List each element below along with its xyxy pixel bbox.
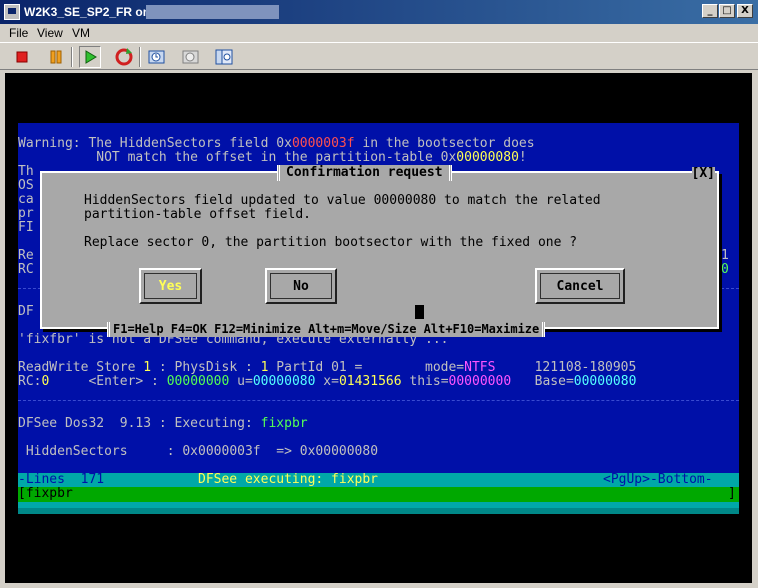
- console-status-bar: -Lines 171 DFSee executing: fixpbr <PgUp…: [18, 473, 739, 487]
- no-button-label: No: [270, 273, 332, 299]
- dialog-message-line-2: partition-table offset field.: [84, 207, 311, 222]
- menu-file[interactable]: File: [9, 26, 28, 40]
- menu-view[interactable]: View: [37, 26, 63, 40]
- vm-console-screen[interactable]: Warning: The HiddenSectors field 0x00000…: [5, 73, 752, 583]
- stop-icon: [16, 51, 28, 63]
- no-button[interactable]: No: [265, 268, 337, 304]
- warning-line-2: NOT match the offset in the partition-ta…: [18, 150, 527, 165]
- reset-icon: [115, 48, 133, 66]
- dialog-question: Replace sector 0, the partition bootsect…: [84, 235, 578, 250]
- maximize-icon: □: [722, 5, 732, 16]
- dialog-title: Confirmation request: [277, 165, 452, 181]
- minimize-icon: _: [707, 5, 713, 16]
- console-bottom-band: [18, 508, 739, 514]
- console-fragment: 0: [721, 262, 729, 277]
- hidden-sectors-line: HiddenSectors : 0x0000003f => 0x00000080: [18, 444, 379, 459]
- executing-line: DFSee Dos32 9.13 : Executing: fixpbr: [18, 416, 308, 431]
- text-cursor: [415, 305, 424, 319]
- dialog-close-button[interactable]: [X]: [691, 167, 715, 181]
- console-fragment: Th: [18, 164, 34, 179]
- cancel-button-label: Cancel: [540, 273, 620, 299]
- close-button[interactable]: X: [737, 4, 753, 18]
- window-title: W2K3_SE_SP2_FR on: [24, 5, 151, 19]
- toolbar-separator: [71, 47, 73, 67]
- console-fragment: pr: [18, 206, 34, 221]
- console-fragment: 1: [721, 248, 729, 263]
- console-fragment: FI: [18, 220, 34, 235]
- pgup-bottom: <PgUp>-Bottom-: [603, 472, 713, 487]
- reset-button[interactable]: [113, 46, 135, 68]
- revert-snapshot-icon: [182, 50, 199, 64]
- dialog-help-bar: F1=Help F4=OK F12=Minimize Alt+m=Move/Si…: [107, 322, 546, 337]
- manage-snapshots-icon: [215, 49, 233, 65]
- status-line-2: RC:0 <Enter> : 00000000 u=00000080 x=014…: [18, 374, 637, 389]
- pause-button[interactable]: [45, 46, 67, 68]
- executing-status: DFSee executing: fixpbr: [198, 472, 379, 487]
- console-fragment: OS: [18, 178, 34, 193]
- console-fragment: ca: [18, 192, 34, 207]
- console-fragment: RC: [18, 262, 34, 277]
- maximize-button[interactable]: □: [719, 4, 735, 18]
- minimize-button[interactable]: _: [702, 4, 718, 18]
- command-end-bracket: ]: [728, 486, 736, 501]
- title-redacted-area: [146, 5, 279, 19]
- toolbar-separator: [139, 47, 141, 67]
- vm-app-icon: [4, 4, 20, 20]
- cancel-button[interactable]: Cancel: [535, 268, 625, 304]
- play-button[interactable]: [79, 46, 101, 68]
- window-titlebar[interactable]: W2K3_SE_SP2_FR on _ □ X: [0, 0, 758, 24]
- warning-line-1: Warning: The HiddenSectors field 0x00000…: [18, 136, 535, 151]
- pause-icon: [50, 50, 62, 64]
- lines-count: -Lines 171: [18, 472, 105, 487]
- revert-snapshot-button[interactable]: [180, 46, 202, 68]
- toolbar: [0, 42, 758, 70]
- dialog-message-line-1: HiddenSectors field updated to value 000…: [84, 193, 601, 208]
- yes-button[interactable]: Yes: [139, 268, 202, 304]
- stop-button[interactable]: [11, 46, 33, 68]
- console-separator: [18, 400, 739, 401]
- console-fragment: DF: [18, 304, 34, 319]
- yes-button-label: Yes: [144, 273, 197, 299]
- close-icon: X: [741, 5, 749, 16]
- snapshot-button[interactable]: [146, 46, 168, 68]
- command-text: [fixpbr: [18, 486, 73, 501]
- command-line[interactable]: [fixpbr ]: [18, 487, 739, 502]
- console-fragment: Re: [18, 248, 34, 263]
- status-line-1: ReadWrite Store 1 : PhysDisk : 1 PartId …: [18, 360, 637, 375]
- manage-snapshots-button[interactable]: [214, 46, 236, 68]
- play-icon: [85, 50, 97, 64]
- menu-vm[interactable]: VM: [72, 26, 90, 40]
- confirmation-dialog: Confirmation request [X] HiddenSectors f…: [40, 165, 719, 337]
- snapshot-icon: [148, 50, 165, 64]
- menu-bar: File View VM: [0, 24, 758, 41]
